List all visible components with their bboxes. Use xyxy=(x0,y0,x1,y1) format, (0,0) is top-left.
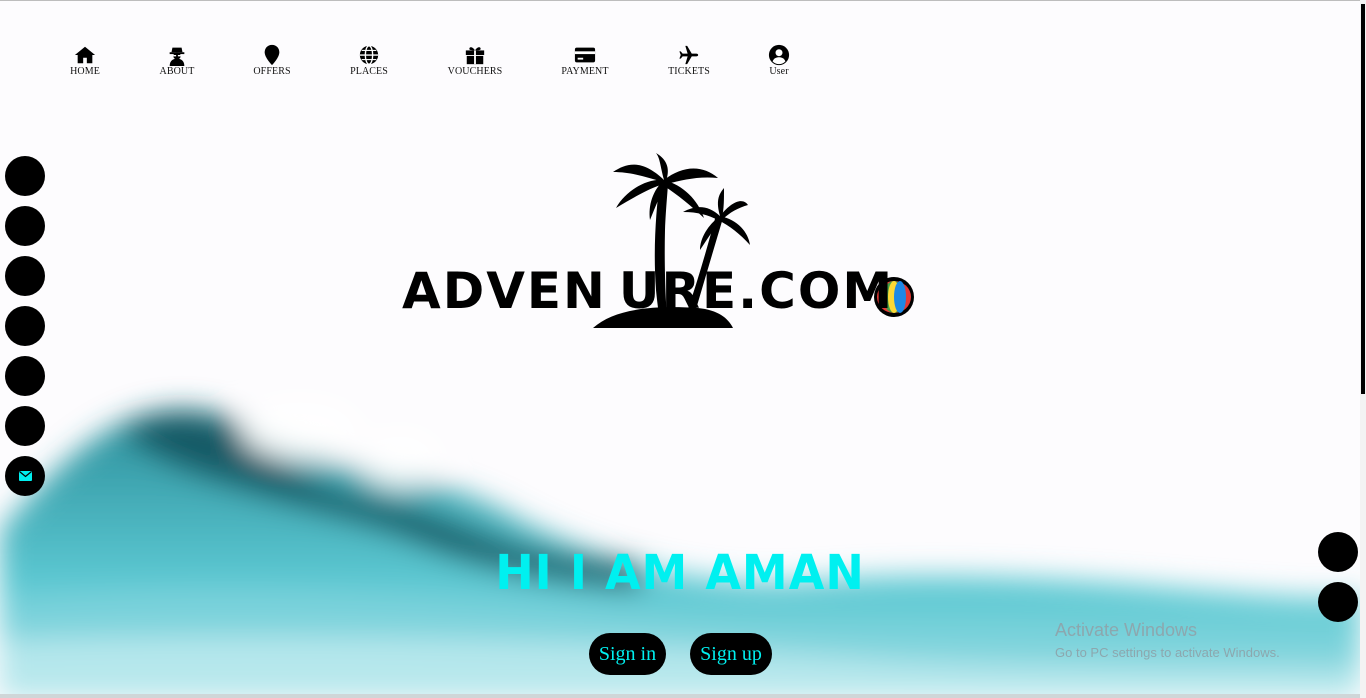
nav-about-label: ABOUT xyxy=(159,66,195,77)
scrollbar-thumb[interactable] xyxy=(1361,4,1365,394)
mail-button[interactable] xyxy=(5,456,45,496)
nav-places-label: PLACES xyxy=(350,66,388,77)
window-top-border xyxy=(0,0,1366,1)
envelope-icon xyxy=(18,471,32,481)
nav-payment-label: PAYMENT xyxy=(561,66,609,77)
social-button-4[interactable] xyxy=(5,306,45,346)
hero-greeting: HI I AM AMAN xyxy=(495,543,865,601)
nav-offers-label: OFFERS xyxy=(253,66,291,77)
user-circle-icon xyxy=(768,44,790,66)
credit-card-icon xyxy=(574,47,596,63)
nav-offers[interactable]: OFFERS xyxy=(253,44,291,77)
social-button-5[interactable] xyxy=(5,356,45,396)
sign-up-button[interactable]: Sign up xyxy=(690,633,772,675)
social-button-1[interactable] xyxy=(5,156,45,196)
plane-icon xyxy=(679,45,699,65)
logo-wordmark: ADVEN URE.COM xyxy=(402,262,895,320)
home-icon xyxy=(74,46,96,64)
nav-about[interactable]: ABOUT xyxy=(158,44,196,77)
map-pin-icon xyxy=(264,44,280,66)
social-button-3[interactable] xyxy=(5,256,45,296)
social-button-6[interactable] xyxy=(5,406,45,446)
top-navigation: HOME ABOUT OFFERS PLACES VOUCHERS PAYMEN… xyxy=(0,44,900,84)
nav-tickets-label: TICKETS xyxy=(668,66,710,77)
nav-payment[interactable]: PAYMENT xyxy=(560,44,610,77)
nav-home-label: HOME xyxy=(70,66,100,77)
activate-windows-title: Activate Windows xyxy=(1055,620,1198,640)
nav-user-label: User xyxy=(769,66,789,77)
nav-home[interactable]: HOME xyxy=(69,44,101,77)
activate-windows-subtitle: Go to PC settings to activate Windows. xyxy=(1055,645,1280,660)
social-button-2[interactable] xyxy=(5,206,45,246)
user-secret-icon xyxy=(169,47,185,66)
nav-places[interactable]: PLACES xyxy=(349,44,389,77)
sign-in-button[interactable]: Sign in xyxy=(589,633,666,675)
globe-icon xyxy=(359,45,379,65)
gift-icon xyxy=(465,47,485,65)
nav-vouchers-label: VOUCHERS xyxy=(447,66,503,77)
nav-tickets[interactable]: TICKETS xyxy=(667,44,711,77)
nav-vouchers[interactable]: VOUCHERS xyxy=(446,44,504,77)
nav-user[interactable]: User xyxy=(764,44,794,77)
activate-windows-watermark: Activate Windows Go to PC settings to ac… xyxy=(1055,620,1280,660)
bottom-edge xyxy=(0,694,1360,698)
